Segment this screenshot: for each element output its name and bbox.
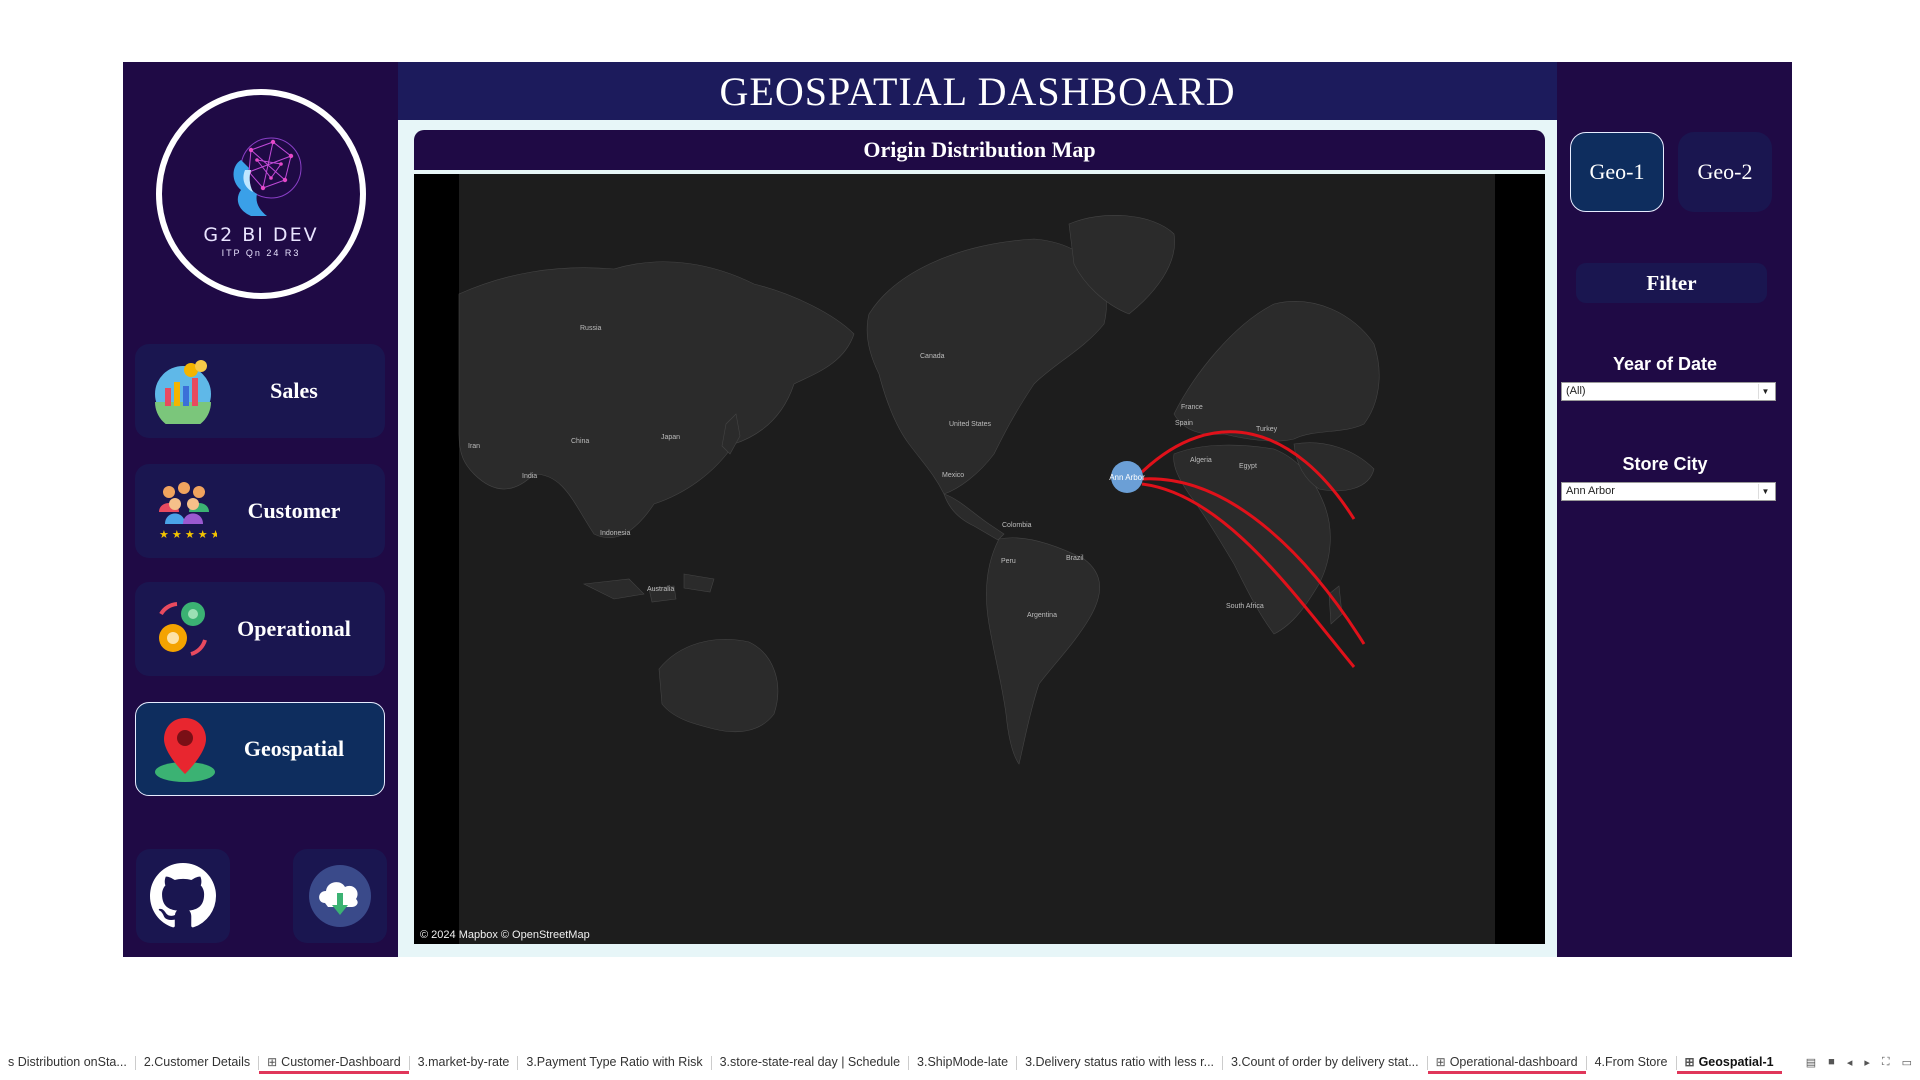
tab-sheet[interactable]: 3.market-by-rate bbox=[410, 1052, 518, 1074]
map-label-egypt: Egypt bbox=[1239, 463, 1257, 470]
dashboard-grid-icon: ⊞ bbox=[1684, 1055, 1695, 1069]
sidebar: G2 BI DEV ITP Qn 24 R3 Sales ★ ★ ★ ★ ★ C… bbox=[123, 62, 398, 957]
scroll-left-icon[interactable]: ◂ bbox=[1847, 1056, 1853, 1069]
tab-dashboard-active[interactable]: ⊞ Geospatial-1 bbox=[1676, 1052, 1782, 1074]
map-header: Origin Distribution Map bbox=[414, 130, 1545, 170]
map-label-turkey: Turkey bbox=[1256, 426, 1278, 433]
sheet-tabs: s Distribution onSta... 2.Customer Detai… bbox=[0, 1052, 1920, 1074]
map-label-japan: Japan bbox=[661, 434, 680, 441]
dashboard: G2 BI DEV ITP Qn 24 R3 Sales ★ ★ ★ ★ ★ C… bbox=[123, 62, 1792, 957]
store-city-value: Ann Arbor bbox=[1566, 485, 1615, 497]
map-label-argentina: Argentina bbox=[1027, 612, 1057, 619]
map-label-south-africa: South Africa bbox=[1226, 603, 1264, 610]
map-label-indonesia: Indonesia bbox=[600, 530, 630, 537]
tab-sheet[interactable]: 3.Payment Type Ratio with Risk bbox=[518, 1052, 710, 1074]
geo-1-button[interactable]: Geo-1 bbox=[1570, 132, 1664, 212]
nav-geospatial-button[interactable]: Geospatial bbox=[135, 702, 385, 796]
chevron-down-icon: ▼ bbox=[1758, 484, 1772, 499]
store-city-label: Store City bbox=[1622, 454, 1708, 474]
map-label-brazil: Brazil bbox=[1066, 555, 1084, 562]
film-strip-icon[interactable]: ▤ bbox=[1806, 1056, 1816, 1069]
nav-sales-label: Sales bbox=[270, 378, 318, 403]
tab-sheet[interactable]: 4.From Store bbox=[1587, 1052, 1676, 1074]
github-button[interactable] bbox=[136, 849, 230, 943]
customer-group-icon: ★ ★ ★ ★ ★ bbox=[149, 476, 219, 546]
nav-operational-label: Operational bbox=[237, 616, 351, 641]
nav-sales-button[interactable]: Sales bbox=[135, 344, 385, 438]
map-pin-icon bbox=[150, 714, 220, 784]
svg-text:★ ★ ★ ★ ★: ★ ★ ★ ★ ★ bbox=[159, 529, 217, 541]
year-of-date-select[interactable]: (All) ▼ bbox=[1561, 382, 1776, 401]
map-label-united-states: United States bbox=[949, 421, 992, 428]
title-bar: GEOSPATIAL DASHBOARD bbox=[398, 62, 1557, 120]
tab-dashboard[interactable]: ⊞ Customer-Dashboard bbox=[259, 1052, 409, 1074]
origin-label: Ann Arbor bbox=[1109, 473, 1145, 482]
store-city-select[interactable]: Ann Arbor ▼ bbox=[1561, 482, 1776, 501]
nav-geospatial-label: Geospatial bbox=[243, 736, 345, 761]
chevron-down-icon: ▼ bbox=[1758, 384, 1772, 399]
year-of-date-label: Year of Date bbox=[1612, 354, 1718, 374]
scroll-right-icon[interactable]: ▸ bbox=[1864, 1056, 1870, 1069]
origin-distribution-map[interactable]: Russia Canada United States Mexico China… bbox=[414, 174, 1545, 944]
map-label-colombia: Colombia bbox=[1002, 522, 1032, 529]
map-label-iran: Iran bbox=[468, 443, 480, 450]
map-label-canada: Canada bbox=[920, 353, 945, 360]
map-label-france: France bbox=[1181, 404, 1203, 411]
map-label-mexico: Mexico bbox=[942, 472, 964, 479]
tab-controls: ▤ ■ ◂ ▸ ⛶ ▭ bbox=[1806, 1056, 1912, 1069]
map-title: Origin Distribution Map bbox=[863, 137, 1096, 162]
nav-customer-label: Customer bbox=[247, 498, 341, 523]
nav-customer-button[interactable]: ★ ★ ★ ★ ★ Customer bbox=[135, 464, 385, 558]
year-of-date-value: (All) bbox=[1566, 385, 1586, 397]
main-panel: GEOSPATIAL DASHBOARD Origin Distribution… bbox=[398, 62, 1557, 957]
tab-sheet[interactable]: 2.Customer Details bbox=[136, 1052, 258, 1074]
dashboard-grid-icon: ⊞ bbox=[1435, 1055, 1446, 1069]
map-label-india: India bbox=[522, 473, 537, 480]
geo-2-button[interactable]: Geo-2 bbox=[1678, 132, 1772, 212]
grid-view-icon[interactable]: ■ bbox=[1828, 1056, 1835, 1069]
page-title: GEOSPATIAL DASHBOARD bbox=[719, 68, 1236, 114]
tab-sheet[interactable]: 3.ShipMode-late bbox=[909, 1052, 1016, 1074]
tab-sheet[interactable]: s Distribution onSta... bbox=[0, 1052, 135, 1074]
tab-dashboard[interactable]: ⊞ Operational-dashboard bbox=[1427, 1052, 1586, 1074]
logo: G2 BI DEV ITP Qn 24 R3 bbox=[156, 89, 366, 299]
right-panel: Geo-1 Geo-2 Filter Year of Date (All) ▼ … bbox=[1557, 62, 1792, 957]
map-label-spain: Spain bbox=[1175, 420, 1193, 427]
dashboard-grid-icon: ⊞ bbox=[267, 1055, 278, 1069]
fullscreen-icon[interactable]: ⛶ bbox=[1882, 1056, 1890, 1069]
map-label-algeria: Algeria bbox=[1190, 457, 1212, 464]
download-button[interactable] bbox=[293, 849, 387, 943]
sales-chart-icon bbox=[149, 356, 219, 426]
tab-sheet[interactable]: 3.store-state-real day | Schedule bbox=[712, 1052, 908, 1074]
logo-tagline: ITP Qn 24 R3 bbox=[221, 248, 301, 258]
gears-icon bbox=[149, 594, 219, 664]
brain-head-logo-icon bbox=[233, 137, 302, 216]
map-canvas[interactable]: Russia Canada United States Mexico China… bbox=[414, 174, 1545, 944]
map-attribution[interactable]: © 2024 Mapbox © OpenStreetMap bbox=[420, 929, 590, 941]
tab-sheet[interactable]: 3.Count of order by delivery stat... bbox=[1223, 1052, 1427, 1074]
filter-heading: Filter bbox=[1576, 263, 1767, 303]
map-label-peru: Peru bbox=[1001, 558, 1016, 565]
tab-sheet[interactable]: 3.Delivery status ratio with less r... bbox=[1017, 1052, 1222, 1074]
cloud-download-icon bbox=[309, 865, 371, 927]
logo-name: G2 BI DEV bbox=[203, 224, 319, 246]
map-label-russia: Russia bbox=[580, 325, 602, 332]
map-label-china: China bbox=[571, 438, 589, 445]
map-label-australia: Australia bbox=[647, 586, 674, 593]
github-icon bbox=[150, 863, 216, 928]
presentation-icon[interactable]: ▭ bbox=[1902, 1056, 1912, 1069]
nav-operational-button[interactable]: Operational bbox=[135, 582, 385, 676]
